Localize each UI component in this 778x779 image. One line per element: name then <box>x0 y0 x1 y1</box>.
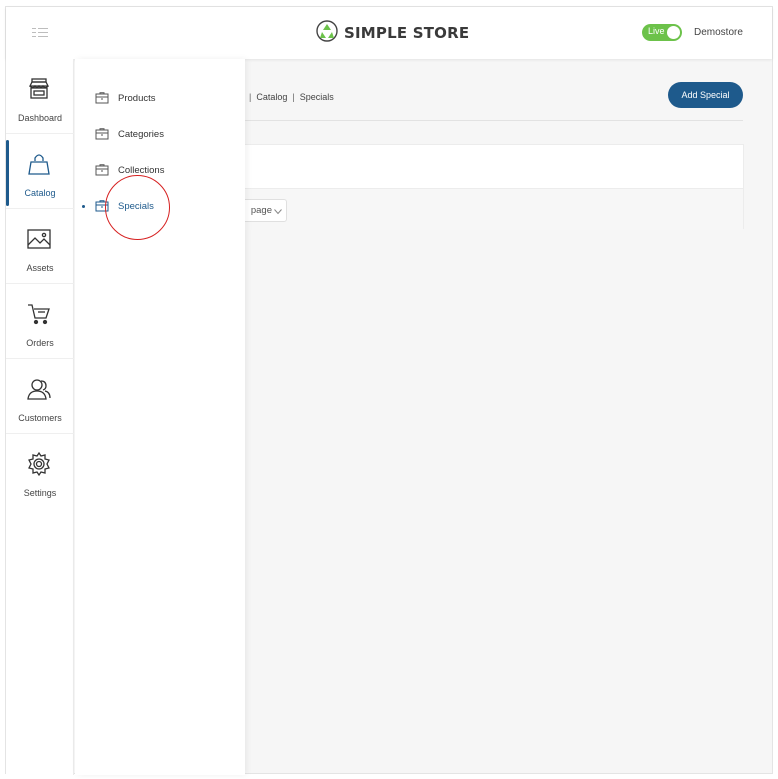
gear-icon <box>26 451 52 477</box>
chevron-down-icon <box>274 207 282 215</box>
sidebar-item-label: Settings <box>23 488 57 498</box>
storefront-icon <box>26 76 52 102</box>
sidebar-item-label: Catalog <box>24 188 56 198</box>
box-icon <box>95 164 109 176</box>
live-toggle[interactable]: Live <box>642 24 682 41</box>
submenu-item-label: Collections <box>118 164 165 176</box>
sidebar-item-orders[interactable]: Orders <box>6 284 74 359</box>
sidebar-item-label: Customers <box>18 413 62 423</box>
sidebar-item-assets[interactable]: Assets <box>6 209 74 284</box>
image-icon <box>26 226 52 252</box>
app-frame: SIMPLE STORE Live Demostore Dashboard Ca… <box>5 6 773 775</box>
main-sidebar: Dashboard Catalog Assets Orders Customer… <box>6 59 74 775</box>
submenu-item-label: Products <box>118 92 156 104</box>
add-special-button[interactable]: Add Special <box>668 82 743 108</box>
toggle-knob <box>667 26 680 39</box>
users-icon <box>26 376 52 402</box>
per-page-label: page <box>250 205 272 216</box>
live-label: Live <box>648 26 665 36</box>
breadcrumb: e | Catalog | Specials <box>239 92 334 102</box>
breadcrumb-catalog[interactable]: Catalog <box>256 92 287 102</box>
highlight-circle <box>105 175 170 240</box>
brand-logo[interactable]: SIMPLE STORE <box>316 19 470 47</box>
top-header: SIMPLE STORE Live Demostore <box>6 7 772 59</box>
active-dot <box>82 205 85 208</box>
submenu-item-categories[interactable]: Categories <box>95 124 164 144</box>
shopping-bag-icon <box>26 151 52 177</box>
list-icon[interactable] <box>32 27 48 39</box>
brand-name: SIMPLE STORE <box>344 24 470 42</box>
submenu-item-products[interactable]: Products <box>95 88 156 108</box>
box-icon <box>95 128 109 140</box>
recycle-logo-icon <box>316 19 338 47</box>
cart-icon <box>26 301 52 327</box>
box-icon <box>95 92 109 104</box>
catalog-submenu: Products Categories Collections Specials <box>75 59 245 775</box>
breadcrumb-separator: | <box>249 92 252 102</box>
sidebar-item-label: Assets <box>26 263 54 273</box>
sidebar-item-dashboard[interactable]: Dashboard <box>6 59 74 134</box>
store-name[interactable]: Demostore <box>694 27 743 38</box>
sidebar-item-settings[interactable]: Settings <box>6 434 74 509</box>
submenu-item-label: Categories <box>118 128 164 140</box>
sidebar-item-label: Dashboard <box>17 113 63 123</box>
sidebar-item-catalog[interactable]: Catalog <box>6 134 74 209</box>
sidebar-item-label: Orders <box>26 338 54 348</box>
breadcrumb-separator: | <box>292 92 295 102</box>
breadcrumb-current: Specials <box>299 92 334 102</box>
sidebar-item-customers[interactable]: Customers <box>6 359 74 434</box>
